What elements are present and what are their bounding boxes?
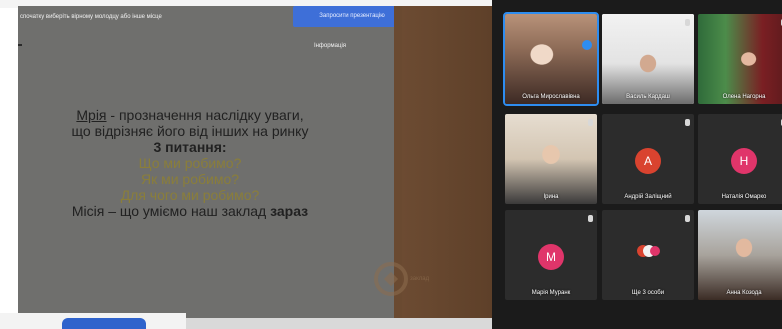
mic-muted-icon — [588, 215, 593, 222]
participant-name: Андрій Заліщний — [624, 194, 672, 200]
slide-body: Мрія - прозначення наслідку уваги, що ві… — [48, 107, 332, 219]
participant-name: Олена Нагорна — [722, 94, 766, 100]
participant-tile[interactable]: Ольга Мирославівна — [503, 12, 599, 106]
mic-muted-icon — [685, 119, 690, 126]
slide-line-7-text: Місія – що уміємо наш заклад — [71, 203, 271, 219]
participant-tile[interactable]: Олена Нагорна — [698, 14, 782, 104]
participant-avatar: A — [635, 148, 661, 174]
participant-video — [698, 210, 782, 300]
slide-term: Мрія — [76, 107, 107, 123]
participant-tile[interactable]: Ще 3 особи — [602, 210, 694, 300]
participant-tile[interactable]: Анна Козода — [698, 210, 782, 300]
bottom-action-button[interactable] — [62, 318, 146, 329]
participant-video — [698, 14, 782, 104]
bottom-strip — [186, 318, 492, 329]
participant-name: Наталія Омарко — [721, 194, 767, 200]
slide-side-panel-inner — [402, 6, 492, 318]
participant-name: Марія Муранк — [531, 290, 571, 296]
slide-line-3: 3 питання: — [153, 139, 227, 155]
participant-video — [505, 114, 597, 204]
sidebar-marker — [18, 44, 22, 46]
group-avatars-icon — [637, 245, 660, 257]
participant-name: Ірина — [543, 194, 559, 200]
slide-line-4: Що ми робимо? — [138, 155, 242, 171]
participant-video — [602, 14, 694, 104]
mic-muted-icon — [588, 119, 593, 126]
mic-muted-icon — [685, 215, 690, 222]
participant-avatar: H — [731, 148, 757, 174]
mic-muted-icon — [685, 19, 690, 26]
info-link[interactable]: Інформація — [290, 43, 370, 49]
participant-tile[interactable]: H Наталія Омарко — [698, 114, 782, 204]
slide-line-7: Місія – що уміємо наш заклад зараз — [48, 203, 332, 219]
slide-line-6: Для чого ми робимо? — [120, 187, 260, 203]
active-speaker-icon — [582, 40, 592, 50]
slide-line-2: що відрізняє його від інших на ринку — [71, 123, 309, 139]
logo-watermark-icon — [374, 262, 408, 296]
slide-line-1-rest: - прозначення наслідку уваги, — [106, 107, 304, 123]
participant-tile[interactable]: Василь Кардаш — [602, 14, 694, 104]
slide-line-5: Як ми робимо? — [140, 171, 240, 187]
participant-video — [505, 14, 597, 104]
participant-name: Анна Козода — [726, 290, 762, 296]
slide-line-7-bold: зараз — [270, 203, 309, 219]
participant-tile[interactable]: M Марія Муранк — [505, 210, 597, 300]
participant-tile[interactable]: A Андрій Заліщний — [602, 114, 694, 204]
participant-avatar: M — [538, 244, 564, 270]
participant-name: Ще 3 особи — [631, 290, 665, 296]
participant-tile[interactable]: Ірина — [505, 114, 597, 204]
shared-screen: спочатку виберіть вірному молодцу або ін… — [0, 0, 492, 329]
participant-name: Ольга Мирославівна — [522, 94, 580, 100]
slide-hint-text: спочатку виберіть вірному молодцу або ін… — [20, 14, 162, 20]
slide-line-1: Мрія - прозначення наслідку уваги, — [48, 107, 332, 123]
participant-gallery: Ольга Мирославівна Василь Кардаш Олена Н… — [492, 0, 782, 329]
logo-watermark-text: заклад — [410, 276, 430, 282]
participant-name: Василь Кардаш — [626, 94, 670, 100]
